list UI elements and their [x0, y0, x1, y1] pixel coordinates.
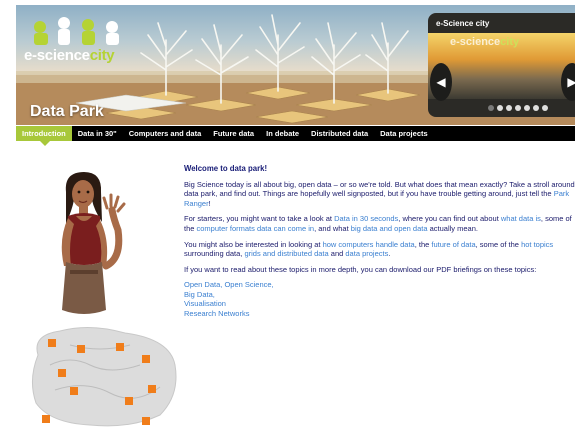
interest-paragraph: You might also be interested in looking …: [184, 239, 554, 259]
briefing-link-visualisation[interactable]: Visualisation: [184, 299, 226, 308]
page-title: Data Park: [30, 103, 104, 120]
nav-tab-data-in-30[interactable]: Data in 30": [72, 126, 123, 141]
nav-tab-computers-and-data[interactable]: Computers and data: [123, 126, 208, 141]
briefings-paragraph: If you want to read about these topics i…: [184, 264, 537, 274]
nav-tab-data-projects[interactable]: Data projects: [374, 126, 434, 141]
active-tab-pointer: [40, 141, 50, 146]
arrow-right-icon: ▶: [567, 75, 575, 89]
main-content: Welcome to data park! Big Science today …: [184, 164, 575, 318]
slideshow-title: e-Science city: [436, 19, 490, 28]
nav-tab-introduction[interactable]: Introduction: [16, 126, 72, 141]
briefing-link-open-data[interactable]: Open Data, Open Science,: [184, 280, 274, 289]
park-ranger-avatar[interactable]: [44, 170, 134, 320]
arrow-left-icon: ◀: [436, 75, 446, 89]
slideshow: e-Science city e-sciencecity ◀ ▶: [428, 13, 575, 117]
slideshow-dot[interactable]: [506, 105, 512, 111]
grids-distributed-data-link[interactable]: grids and distributed data: [244, 249, 328, 258]
what-data-is-link[interactable]: what data is: [501, 214, 541, 223]
data-projects-link[interactable]: data projects: [345, 249, 388, 258]
slideshow-dot[interactable]: [515, 105, 521, 111]
briefings-list: Open Data, Open Science, Big Data, Visua…: [184, 280, 575, 318]
slideshow-dot[interactable]: [533, 105, 539, 111]
nav-tab-future-data[interactable]: Future data: [207, 126, 260, 141]
slideshow-dot[interactable]: [488, 105, 494, 111]
welcome-heading: Welcome to data park!: [184, 164, 268, 173]
nav-tab-distributed-data[interactable]: Distributed data: [305, 126, 374, 141]
site-logo[interactable]: e-sciencecity: [24, 47, 115, 64]
logo-figures-icon: [34, 17, 119, 45]
starters-paragraph: For starters, you might want to take a l…: [184, 214, 572, 233]
how-computers-handle-data-link[interactable]: how computers handle data: [323, 240, 415, 249]
main-nav: Introduction Data in 30" Computers and dat…: [16, 126, 575, 141]
slideshow-prev-button[interactable]: ◀: [430, 63, 452, 101]
briefing-link-research-networks[interactable]: Research Networks: [184, 309, 249, 318]
nav-tab-in-debate[interactable]: In debate: [260, 126, 305, 141]
data-park-map[interactable]: [30, 325, 180, 427]
slideshow-dot[interactable]: [524, 105, 530, 111]
briefing-link-big-data[interactable]: Big Data,: [184, 290, 215, 299]
computer-formats-link[interactable]: computer formats data can come in: [197, 224, 315, 233]
future-of-data-link[interactable]: future of data: [431, 240, 475, 249]
hot-topics-link[interactable]: hot topics: [521, 240, 553, 249]
slideshow-dot[interactable]: [497, 105, 503, 111]
slideshow-dot[interactable]: [542, 105, 548, 111]
header-banner: e-sciencecity Data Park e-Science city e…: [16, 5, 575, 125]
intro-paragraph: Big Science today is all about big, open…: [184, 179, 575, 208]
data-in-30-seconds-link[interactable]: Data in 30 seconds: [334, 214, 398, 223]
big-open-data-link[interactable]: big data and open data: [351, 224, 428, 233]
slideshow-dots: [488, 105, 548, 111]
slide-logo: e-sciencecity: [450, 36, 520, 48]
